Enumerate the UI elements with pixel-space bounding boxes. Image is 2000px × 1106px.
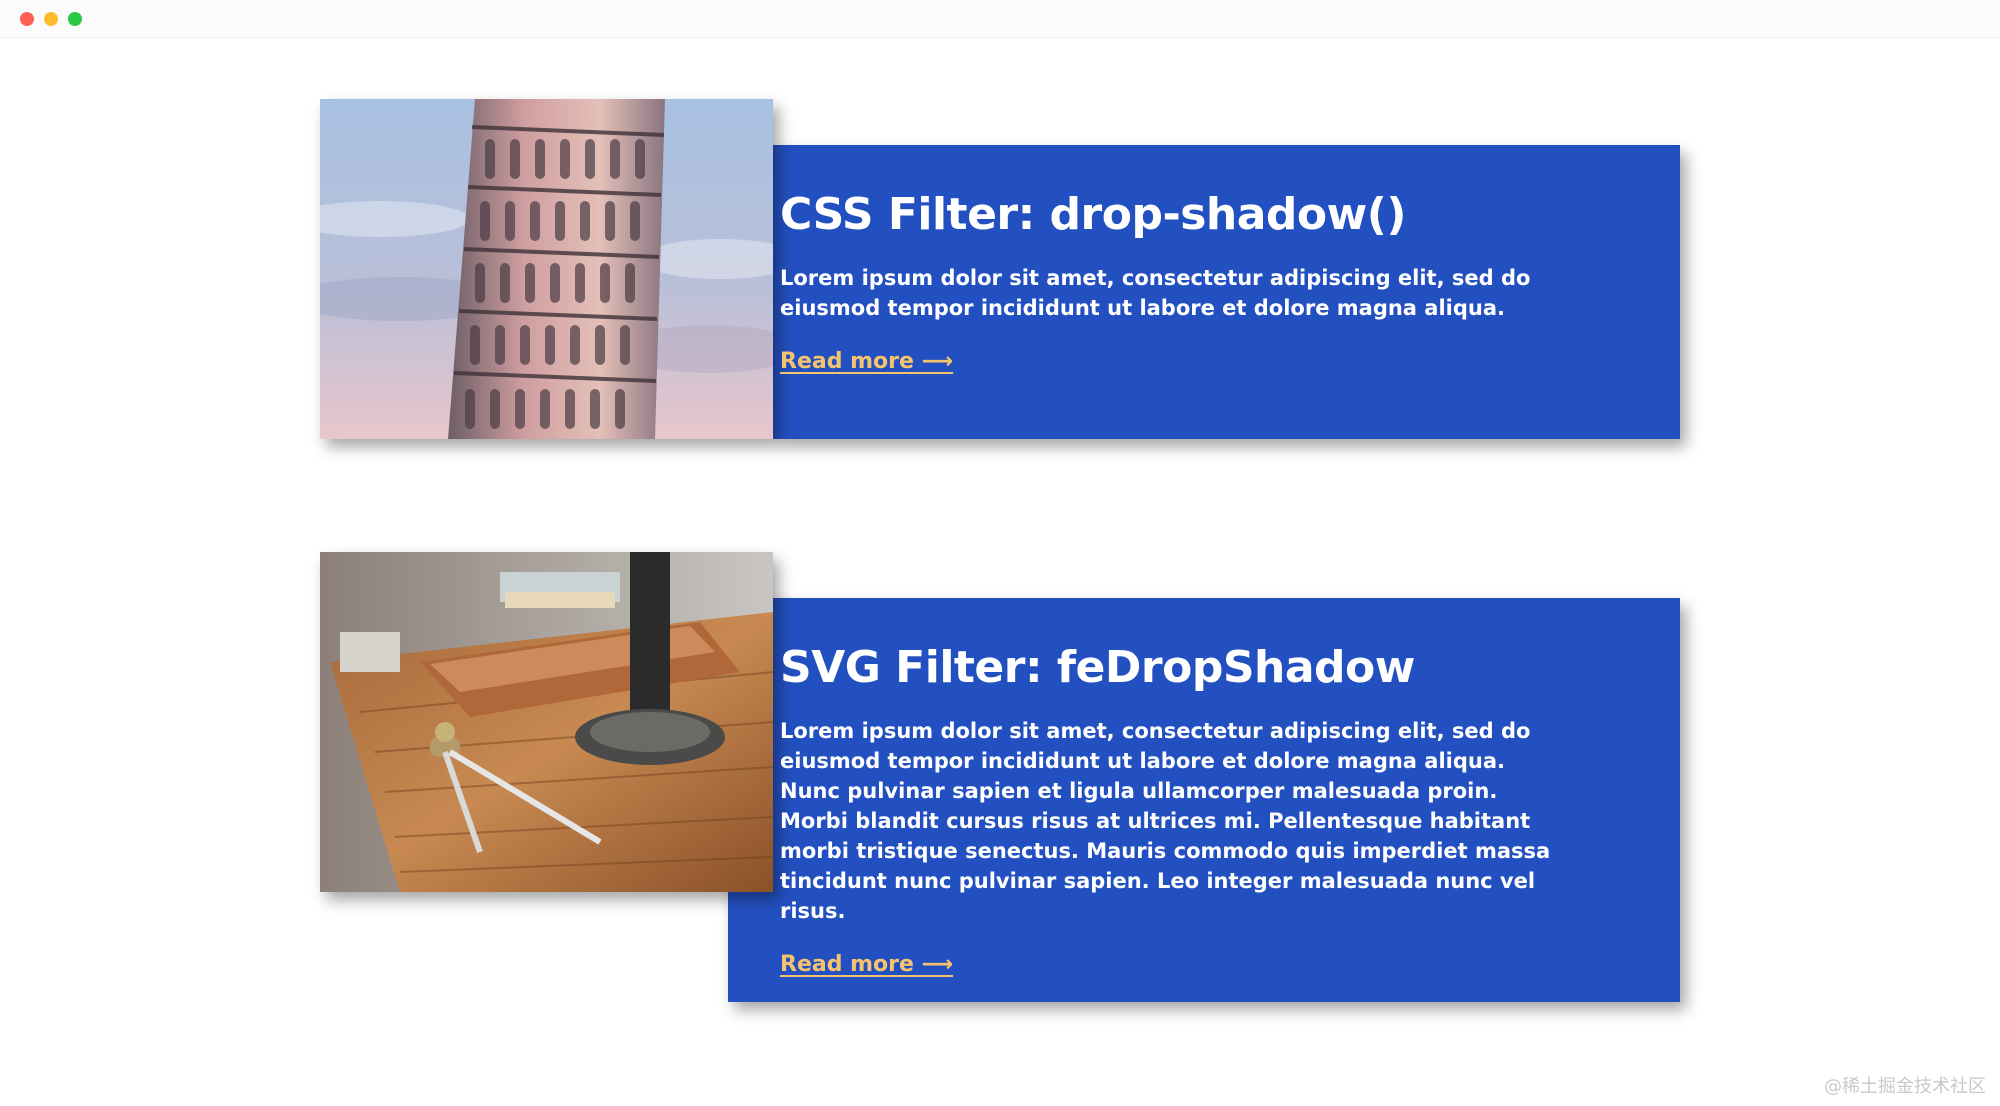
page-content: CSS Filter: drop-shadow() Lorem ipsum do… (0, 38, 2000, 1106)
minimize-window-button[interactable] (44, 12, 58, 26)
tower-photo (320, 99, 773, 439)
card-text: SVG Filter: feDropShadow Lorem ipsum dol… (780, 642, 1570, 977)
article-card: CSS Filter: drop-shadow() Lorem ipsum do… (320, 99, 1680, 439)
card-body: Lorem ipsum dolor sit amet, consectetur … (780, 266, 1531, 320)
card-title: CSS Filter: drop-shadow() (780, 189, 1407, 240)
card-body: Lorem ipsum dolor sit amet, consectetur … (780, 719, 1551, 923)
watermark: @稀土掘金技术社区 (1824, 1076, 1986, 1097)
window-titlebar (0, 0, 2000, 38)
read-more-link[interactable]: Read more ⟶ (780, 952, 953, 977)
workbench-photo (320, 552, 773, 892)
card-title: SVG Filter: feDropShadow (780, 642, 1415, 693)
card-text: CSS Filter: drop-shadow() Lorem ipsum do… (780, 189, 1570, 374)
read-more-link[interactable]: Read more ⟶ (780, 349, 953, 374)
maximize-window-button[interactable] (68, 12, 82, 26)
close-window-button[interactable] (20, 12, 34, 26)
article-card: SVG Filter: feDropShadow Lorem ipsum dol… (320, 552, 1680, 1002)
